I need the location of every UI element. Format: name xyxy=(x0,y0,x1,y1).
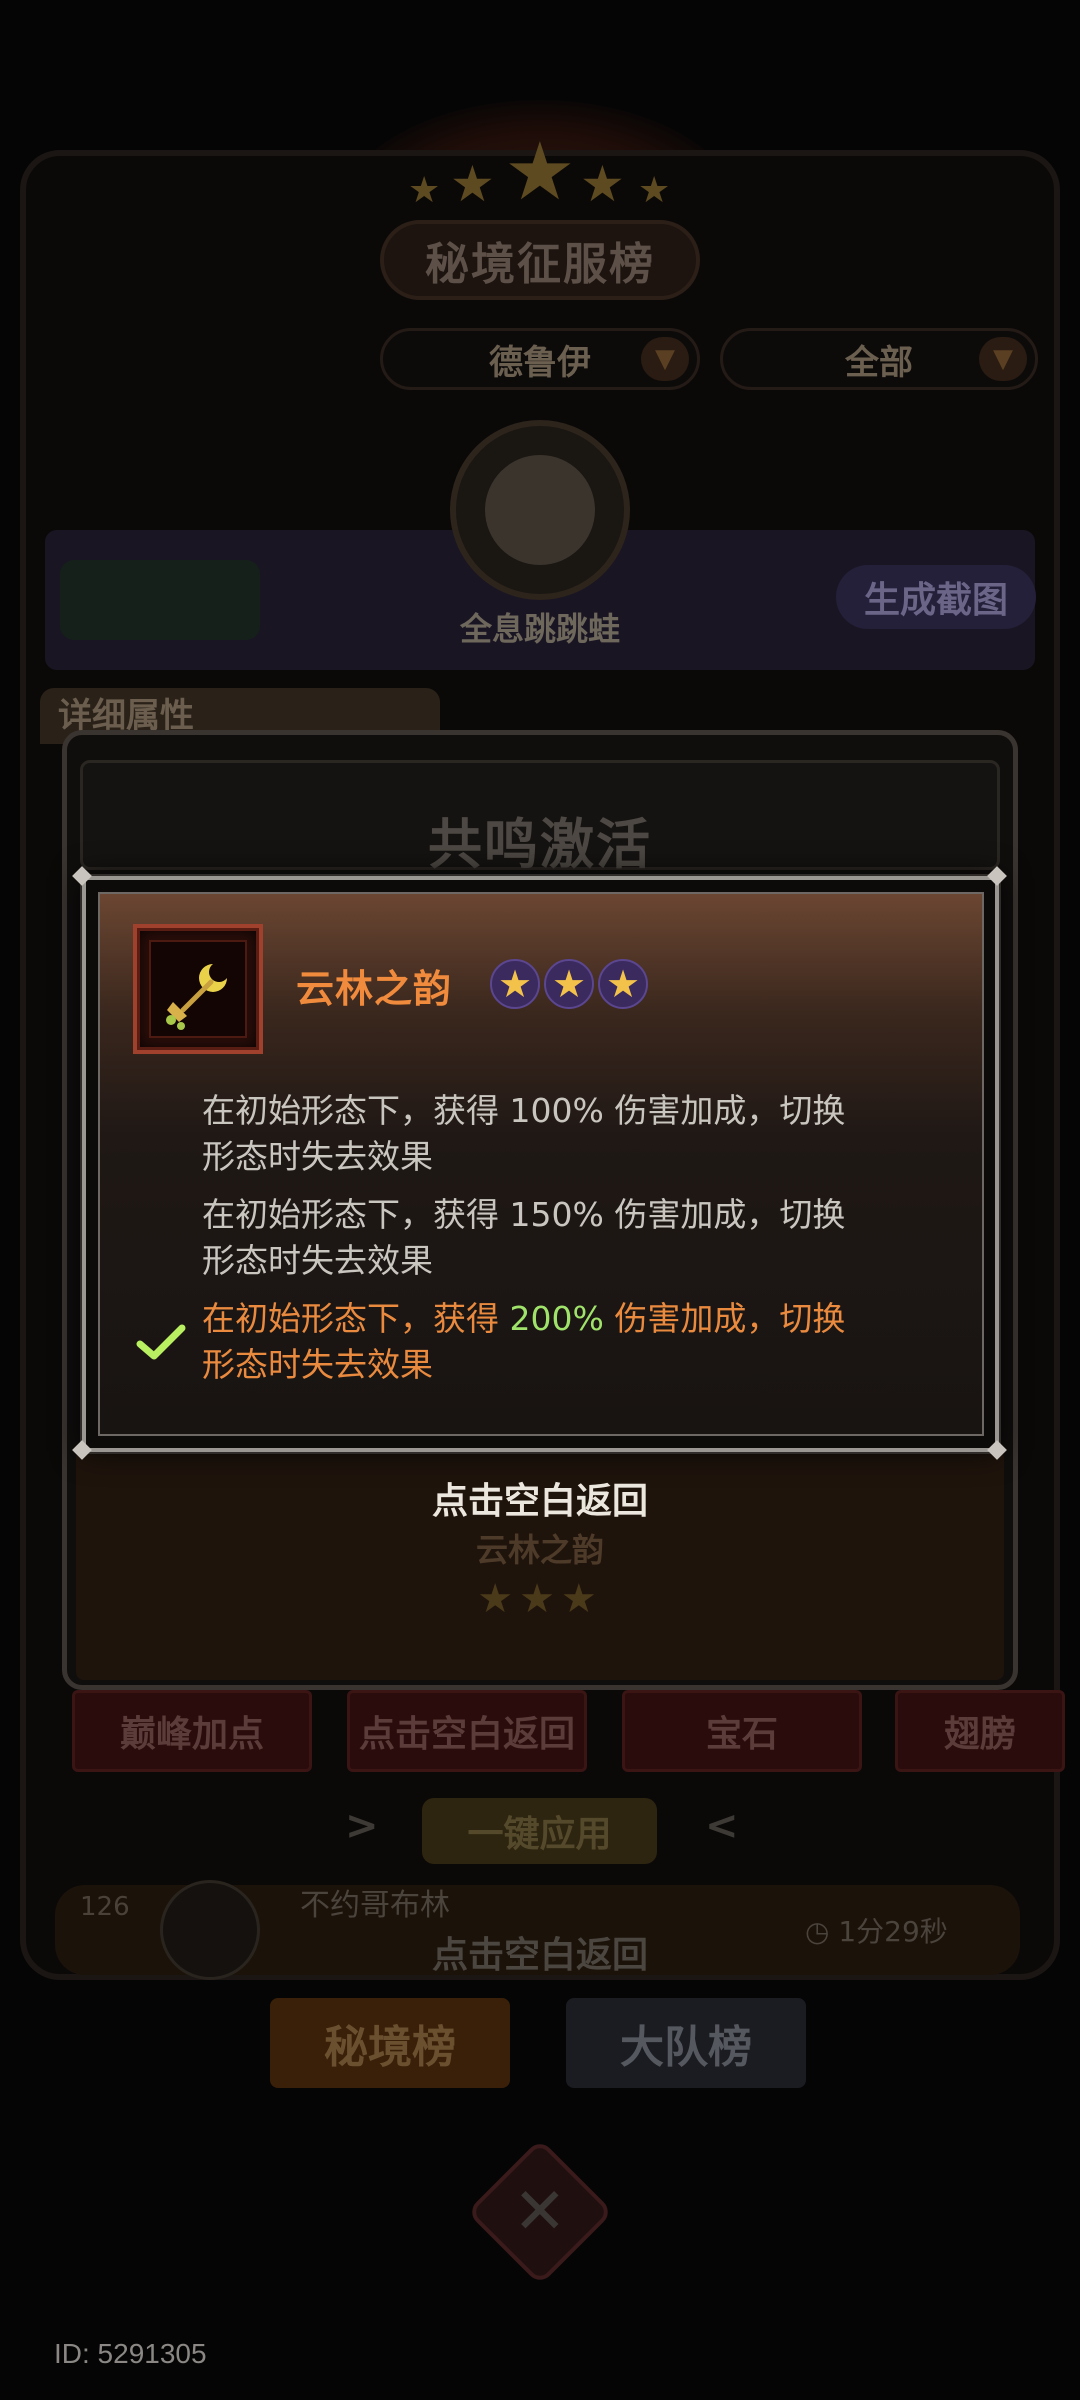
effect-text-line2: 形态时失去效果 xyxy=(202,1137,433,1176)
effect-text-line2: 形态时失去效果 xyxy=(202,1345,433,1384)
effect-text-post: 伤害加成，切换 xyxy=(603,1091,846,1130)
star-icon: ★ xyxy=(450,155,495,213)
effect-text-pre: 在初始形态下，获得 xyxy=(202,1299,510,1338)
chevron-left-icon: < xyxy=(705,1803,739,1849)
item-icon-frame xyxy=(133,924,263,1054)
scope-filter-dropdown[interactable]: 全部 ▼ xyxy=(720,328,1038,390)
team-board-tab[interactable]: 大队榜 xyxy=(566,1998,806,2088)
effect-value-highlight: 200% xyxy=(509,1299,604,1338)
effect-text-pre: 在初始形态下，获得 xyxy=(202,1195,510,1234)
page-title: 秘境征服榜 xyxy=(380,220,700,300)
effect-value: 150% xyxy=(509,1195,604,1234)
item-star-rating: ★ ★ ★ xyxy=(490,959,648,1009)
star-icon: ★ xyxy=(490,959,540,1009)
effect-value: 100% xyxy=(509,1091,604,1130)
item-stars: ★★★ xyxy=(477,1576,603,1622)
item-title: 云林之韵 xyxy=(296,967,453,1011)
player-id: ID: 5291305 xyxy=(54,2338,207,2369)
effect-text-pre: 在初始形态下，获得 xyxy=(202,1091,510,1130)
effect-tier-1: 在初始形态下，获得 100% 伤害加成，切换 形态时失去效果 xyxy=(202,1088,922,1180)
check-icon xyxy=(136,1324,186,1360)
chevron-down-icon: ▼ xyxy=(641,337,689,381)
peak-points-tab[interactable]: 巅峰加点 xyxy=(72,1690,312,1772)
effect-text-line2: 形态时失去效果 xyxy=(202,1241,433,1280)
close-icon: ✕ xyxy=(513,2175,567,2249)
chevron-down-icon: ▼ xyxy=(979,337,1027,381)
star-icon: ★ xyxy=(408,170,441,211)
return-hint-background: 点击空白返回 xyxy=(431,1935,648,1976)
player-avatar xyxy=(450,420,630,600)
rank-player-name: 不约哥布林 xyxy=(300,1888,450,1923)
wings-tab[interactable]: 翅膀 xyxy=(895,1690,1065,1772)
effect-text-post: 伤害加成，切换 xyxy=(603,1299,846,1338)
star-icon: ★ xyxy=(580,155,625,213)
bell-wand-icon xyxy=(166,964,227,1030)
secret-realm-board-tab[interactable]: 秘境榜 xyxy=(270,1998,510,2088)
generate-screenshot-button[interactable]: 生成截图 xyxy=(836,565,1036,629)
chevron-right-icon: > xyxy=(345,1803,379,1849)
star-icon: ★ xyxy=(598,959,648,1009)
resonance-panel-title: 共鸣激活 xyxy=(428,813,652,876)
return-hint-tab[interactable]: 点击空白返回 xyxy=(347,1690,587,1772)
item-icon-background xyxy=(149,940,247,1038)
star-icon: ★ xyxy=(504,125,576,218)
close-button[interactable]: ✕ xyxy=(466,2138,614,2286)
class-filter-label: 德鲁伊 xyxy=(489,342,591,383)
effect-text-post: 伤害加成，切换 xyxy=(603,1195,846,1234)
one-click-apply-button[interactable]: 一键应用 xyxy=(422,1798,657,1864)
star-icon: ★ xyxy=(638,170,671,211)
tap-blank-to-return[interactable]: 点击空白返回 xyxy=(0,1472,1080,1524)
resonance-item-name: 云林之韵 xyxy=(475,1531,604,1569)
class-filter-dropdown[interactable]: 德鲁伊 ▼ xyxy=(380,328,700,390)
effect-tier-2: 在初始形态下，获得 150% 伤害加成，切换 形态时失去效果 xyxy=(202,1192,922,1284)
rank-number: 126 xyxy=(80,1892,130,1922)
avatar-face xyxy=(485,455,595,565)
effect-tier-3-active: 在初始形态下，获得 200% 伤害加成，切换 形态时失去效果 xyxy=(202,1296,922,1388)
scope-filter-label: 全部 xyxy=(845,342,913,383)
star-icon: ★ xyxy=(544,959,594,1009)
gem-tab[interactable]: 宝石 xyxy=(622,1690,862,1772)
